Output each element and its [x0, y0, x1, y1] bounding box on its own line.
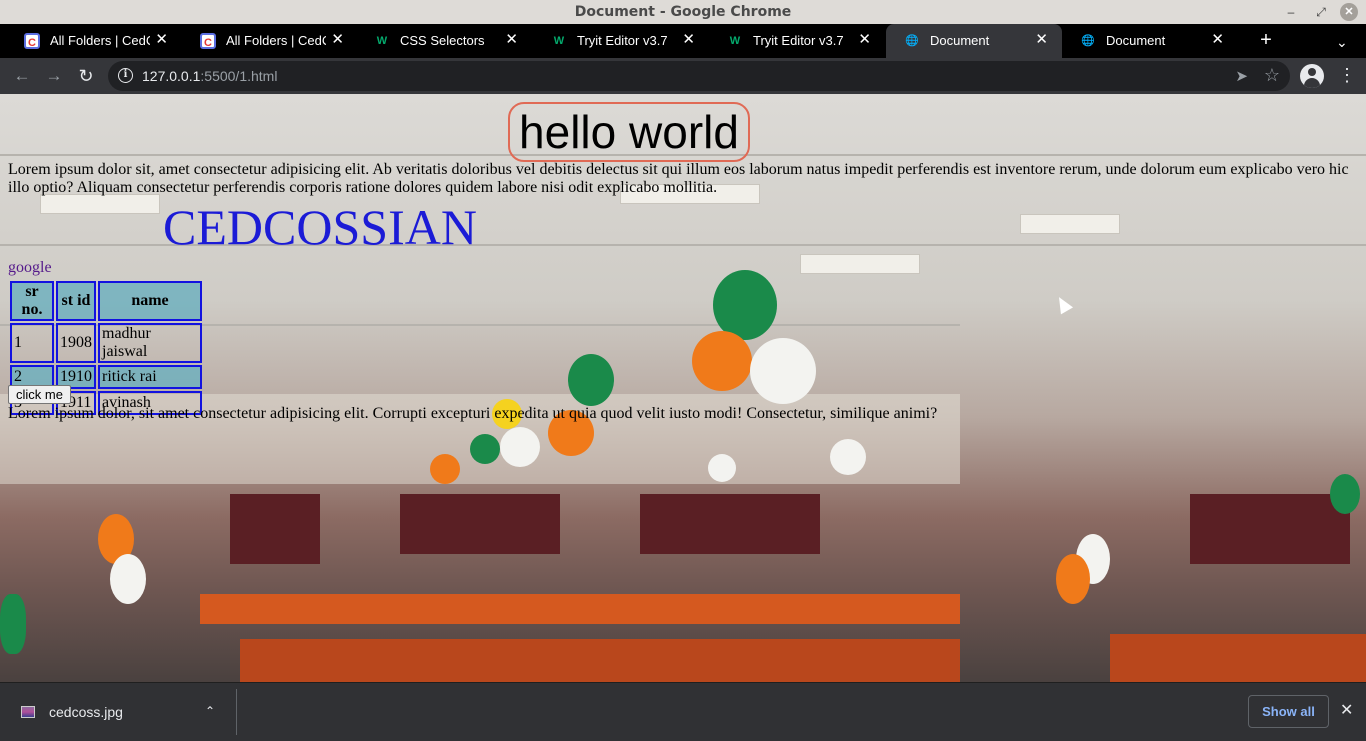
profile-avatar-icon[interactable]	[1300, 64, 1324, 88]
site-info-icon[interactable]: i	[118, 68, 133, 83]
google-link[interactable]: google	[8, 259, 52, 277]
kebab-menu-icon[interactable]: ⋮	[1338, 65, 1356, 85]
tab-label: All Folders | CedCommerce	[50, 33, 150, 48]
page-content: hello world Lorem ipsum dolor sit, amet …	[0, 94, 1366, 682]
back-arrow-icon[interactable]: ←	[11, 65, 33, 87]
close-icon[interactable]: ✕	[1340, 701, 1353, 721]
divider	[236, 689, 237, 735]
window-title: Document - Google Chrome	[574, 4, 792, 20]
tab-close-icon[interactable]: ✕	[682, 32, 695, 48]
url-text[interactable]: 127.0.0.1:5500/1.html	[142, 68, 277, 84]
table-header-cell: sr no.	[10, 281, 54, 321]
maximize-button[interactable]: ⤢	[1312, 3, 1330, 21]
w3schools-icon: W	[376, 35, 388, 47]
cedcommerce-icon: C	[200, 33, 216, 49]
tab-close-icon[interactable]: ✕	[1035, 32, 1048, 48]
minimize-button[interactable]: –	[1282, 3, 1300, 21]
table-cell: ritick rai	[98, 365, 202, 389]
globe-icon: 🌐	[1081, 35, 1095, 47]
browser-toolbar: ← → ↻ i 127.0.0.1:5500/1.html ➤ ☆	[0, 58, 1366, 94]
window-titlebar: Document - Google Chrome – ⤢ ✕	[0, 0, 1366, 24]
table-cell: 1	[10, 323, 54, 363]
click-me-button[interactable]: click me	[8, 385, 71, 404]
cedcommerce-icon: C	[24, 33, 40, 49]
download-filename[interactable]: cedcoss.jpg	[49, 703, 123, 721]
table-header-cell: name	[98, 281, 202, 321]
tab-close-icon[interactable]: ✕	[858, 32, 871, 48]
tab-document[interactable]: 🌐 Document ✕	[1062, 24, 1238, 58]
tab-close-icon[interactable]: ✕	[1211, 32, 1224, 48]
chevron-up-icon[interactable]: ⌃	[205, 702, 215, 720]
tab-tryit-editor-1[interactable]: W Tryit Editor v3.7 ✕	[533, 24, 709, 58]
page-heading: hello world	[508, 102, 750, 162]
forward-arrow-icon[interactable]: →	[43, 65, 65, 87]
new-tab-plus-icon[interactable]: +	[1256, 30, 1276, 52]
image-file-icon	[21, 706, 35, 718]
send-tab-icon[interactable]: ➤	[1235, 67, 1248, 85]
closing-paragraph: Lorem ipsum dolor, sit amet consectetur …	[8, 405, 938, 422]
table-header-cell: st id	[56, 281, 96, 321]
tab-label: Tryit Editor v3.7	[577, 33, 668, 48]
table-cell: madhur jaiswal	[98, 323, 202, 363]
reload-icon[interactable]: ↻	[75, 65, 97, 87]
address-bar[interactable]: i 127.0.0.1:5500/1.html ➤ ☆	[108, 61, 1290, 91]
tab-css-selectors[interactable]: W CSS Selectors ✕	[356, 24, 532, 58]
tab-label: All Folders | CedCommerce	[226, 33, 326, 48]
w3schools-icon: W	[553, 35, 565, 47]
tab-all-folders-1[interactable]: C All Folders | CedCommerce ✕	[6, 24, 182, 58]
table-header-row: sr no. st id name	[10, 281, 202, 321]
tab-document-active[interactable]: 🌐 Document ✕	[886, 24, 1062, 58]
tab-tryit-editor-2[interactable]: W Tryit Editor v3.7 ✕	[709, 24, 885, 58]
bookmark-star-icon[interactable]: ☆	[1264, 65, 1280, 86]
tab-close-icon[interactable]: ✕	[155, 32, 168, 48]
url-host: 127.0.0.1	[142, 68, 201, 84]
intro-paragraph: Lorem ipsum dolor sit, amet consectetur …	[8, 161, 1349, 196]
tab-close-icon[interactable]: ✕	[331, 32, 344, 48]
brand-heading: CEDCOSSIAN	[163, 199, 477, 255]
tab-label: Document	[1106, 33, 1166, 48]
url-path: :5500/1.html	[200, 68, 278, 84]
tab-label: Document	[930, 33, 990, 48]
table-cell: 1908	[56, 323, 96, 363]
w3schools-icon: W	[729, 35, 741, 47]
tab-close-icon[interactable]: ✕	[505, 32, 518, 48]
tab-strip: C All Folders | CedCommerce ✕ C All Fold…	[0, 24, 1366, 58]
tab-search-chevron-icon[interactable]: ⌄	[1336, 34, 1348, 51]
web-page-viewport: hello world Lorem ipsum dolor sit, amet …	[0, 94, 1366, 682]
tab-all-folders-2[interactable]: C All Folders | CedCommerce ✕	[182, 24, 358, 58]
download-shelf: cedcoss.jpg ⌃ Show all ✕	[0, 682, 1366, 741]
table-row: 1 1908 madhur jaiswal	[10, 323, 202, 363]
show-all-button[interactable]: Show all	[1248, 695, 1329, 728]
globe-icon: 🌐	[905, 35, 919, 47]
tab-label: CSS Selectors	[400, 33, 485, 48]
close-window-button[interactable]: ✕	[1340, 3, 1358, 21]
tab-label: Tryit Editor v3.7	[753, 33, 844, 48]
